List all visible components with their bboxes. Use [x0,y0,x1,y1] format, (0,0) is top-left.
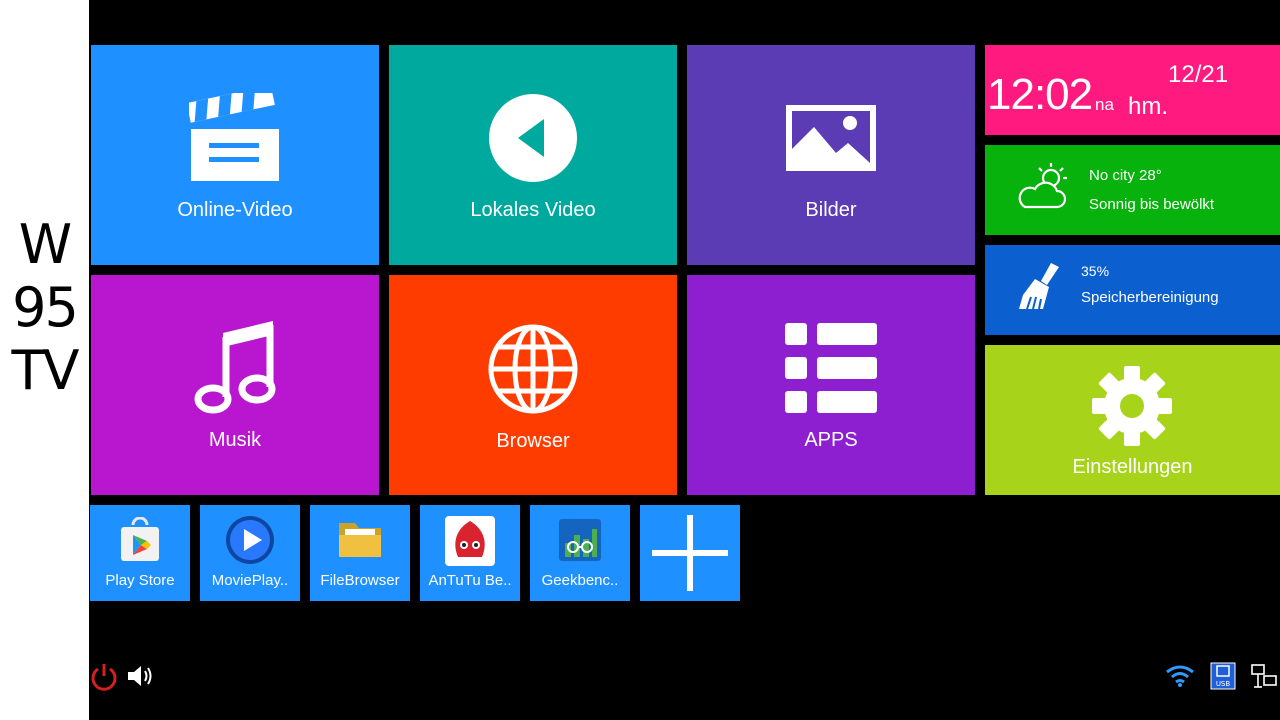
antutu-icon [445,516,495,566]
sidebar-logo: W 95 TV [0,0,89,720]
tile-label: Browser [496,430,570,452]
weather-widget[interactable]: No city 28° Sonnig bis bewölkt [985,145,1280,235]
play-back-icon [489,94,577,182]
clock-time: 12:02 [987,70,1093,119]
shortcut-play-store[interactable]: Play Store [90,505,190,601]
broom-icon [1019,263,1059,310]
tile-label: Bilder [805,199,857,221]
usb-label: USB [1216,680,1231,688]
clock-suffix: na [1095,95,1114,114]
geekbench-icon [559,519,601,561]
weather-city-temp: No city 28° [1089,167,1162,184]
clock-day: hm. [1128,93,1169,120]
clock-date: 12/21 [1168,61,1229,88]
tile-local-video[interactable]: Lokales Video [389,45,677,265]
tile-apps[interactable]: APPS [687,275,975,495]
volume-icon[interactable] [126,662,156,690]
usb-icon[interactable]: USB [1210,662,1236,690]
tile-online-video[interactable]: Online-Video [91,45,379,265]
tile-browser[interactable]: Browser [389,275,677,495]
globe-icon [488,324,578,414]
image-icon [786,105,876,171]
logo-line-1: W [18,213,72,276]
tile-label: Musik [208,429,262,451]
tile-settings[interactable]: Einstellungen [985,345,1280,495]
plus-icon [652,515,728,591]
shortcut-movieplayer[interactable]: MoviePlay.. [200,505,300,601]
folder-icon [339,523,381,557]
tile-label: APPS [804,429,858,451]
memory-label: Speicherbereinigung [1081,289,1219,306]
weather-condition: Sonnig bis bewölkt [1089,196,1215,213]
network-icon[interactable] [1250,663,1278,689]
apps-list-icon [785,323,877,413]
partly-cloudy-icon [1018,163,1067,209]
shortcut-label: AnTuTu Be.. [428,572,512,589]
tile-label: Lokales Video [470,199,596,221]
music-note-icon [194,321,276,414]
shortcut-label: MoviePlay.. [211,572,289,589]
tile-pictures[interactable]: Bilder [687,45,975,265]
wifi-icon[interactable] [1165,664,1195,688]
add-shortcut-button[interactable] [640,505,740,601]
shortcut-label: Play Store [105,572,175,589]
memory-cleaner-widget[interactable]: 35% Speicherbereinigung [985,245,1280,335]
shortcut-label: FileBrowser [320,572,400,589]
tile-label: Online-Video [177,199,293,221]
shortcut-antutu[interactable]: AnTuTu Be.. [420,505,520,601]
tile-music[interactable]: Musik [91,275,379,495]
movie-player-icon [226,516,274,564]
shortcut-geekbench[interactable]: Geekbenc.. [530,505,630,601]
play-store-icon [121,517,159,561]
logo-line-3: TV [11,339,80,402]
clock-widget[interactable]: 12/21 12:02 na hm. [985,45,1280,135]
shortcut-filebrowser[interactable]: FileBrowser [310,505,410,601]
tile-label: Einstellungen [1072,456,1193,478]
memory-percent: 35% [1081,263,1110,279]
power-icon[interactable] [90,661,118,691]
clapperboard-icon [189,93,279,181]
gear-icon [1092,366,1172,446]
shortcut-label: Geekbenc.. [541,572,619,589]
logo-line-2: 95 [12,276,79,339]
